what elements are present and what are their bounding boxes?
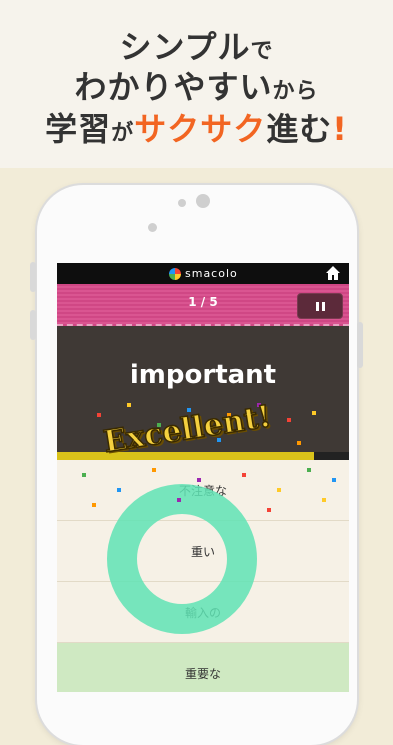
question-word: important — [129, 360, 277, 390]
answer-option-label: 重い — [190, 544, 215, 559]
confetti-piece — [177, 498, 181, 502]
answer-option[interactable]: 不注意な — [57, 460, 349, 521]
answer-option-label: 重要な — [184, 666, 221, 681]
confetti-piece — [332, 478, 336, 482]
app-top-bar: smacolo — [57, 263, 349, 284]
promo-line-2: わかりやすいから — [0, 62, 393, 108]
confetti-piece — [127, 403, 131, 407]
promo-line-1-main: シンプル — [119, 28, 251, 66]
confetti-piece — [307, 468, 311, 472]
answer-options: 不注意な重い輸入の重要な — [57, 460, 349, 692]
answer-option-label: 不注意な — [178, 483, 227, 498]
promo-line-3-a: 学習 — [45, 110, 112, 148]
confetti-piece — [92, 503, 96, 507]
phone-volume-down — [30, 310, 36, 340]
pause-button[interactable] — [297, 293, 343, 319]
answer-option[interactable]: 重い — [57, 521, 349, 582]
phone-sensor — [178, 199, 186, 207]
confetti-piece — [277, 488, 281, 492]
promo-line-3-exclaim: ! — [332, 110, 348, 148]
confetti-piece — [312, 411, 316, 415]
promo-line-1-small: で — [250, 39, 274, 64]
promo-line-3: 学習がサクサク進む! — [0, 104, 393, 150]
confetti-piece — [197, 478, 201, 482]
phone-camera — [196, 194, 210, 208]
app-logo: smacolo — [169, 266, 238, 281]
answer-option[interactable]: 重要な — [57, 643, 349, 692]
confetti-piece — [117, 488, 121, 492]
promo-banner: シンプルで わかりやすいから 学習がサクサク進む! — [0, 0, 393, 168]
confetti-piece — [97, 413, 101, 417]
confetti-piece — [322, 498, 326, 502]
app-screen: smacolo 1 / 5 important 不注意な 重い 輸入の 重要な Exc… — [57, 263, 349, 692]
confetti-piece — [267, 508, 271, 512]
logo-icon — [169, 267, 181, 280]
answer-option-label: 輸入の — [184, 605, 221, 620]
app-brand-name: smacolo — [185, 267, 238, 280]
quiz-header: 1 / 5 — [57, 284, 349, 326]
confetti-piece — [297, 441, 301, 445]
timer-bar — [57, 452, 349, 460]
home-icon[interactable] — [325, 265, 341, 281]
pause-icon-bar-right — [321, 301, 325, 311]
phone-proximity-sensor — [148, 223, 157, 232]
pause-icon-bar-left — [315, 301, 319, 311]
promo-line-2-main: わかりやすい — [74, 68, 273, 106]
confetti-piece — [287, 418, 291, 422]
promo-line-3-small: が — [111, 121, 135, 146]
promo-line-2-small: から — [272, 79, 319, 104]
confetti-piece — [242, 473, 246, 477]
promo-line-3-b: 進む — [266, 110, 333, 148]
phone-power-button — [357, 322, 363, 368]
confetti-piece — [152, 468, 156, 472]
confetti-piece — [82, 473, 86, 477]
timer-bar-fill — [57, 452, 314, 460]
promo-line-3-accent: サクサク — [134, 110, 267, 148]
answer-option[interactable]: 輸入の — [57, 582, 349, 643]
phone-volume-up — [30, 262, 36, 292]
